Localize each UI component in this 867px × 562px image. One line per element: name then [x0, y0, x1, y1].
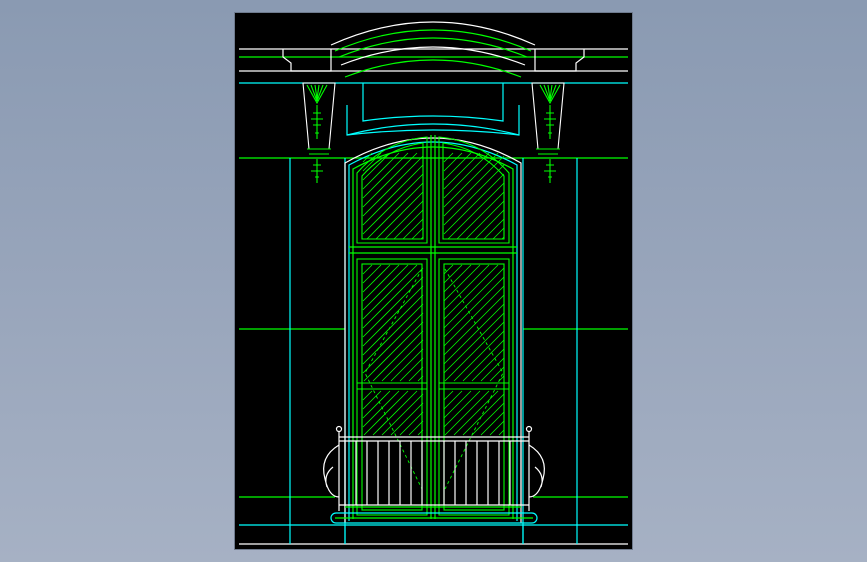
drawing-background: [235, 13, 632, 549]
cad-viewport[interactable]: [234, 12, 633, 550]
window-elevation-drawing: [235, 13, 632, 549]
